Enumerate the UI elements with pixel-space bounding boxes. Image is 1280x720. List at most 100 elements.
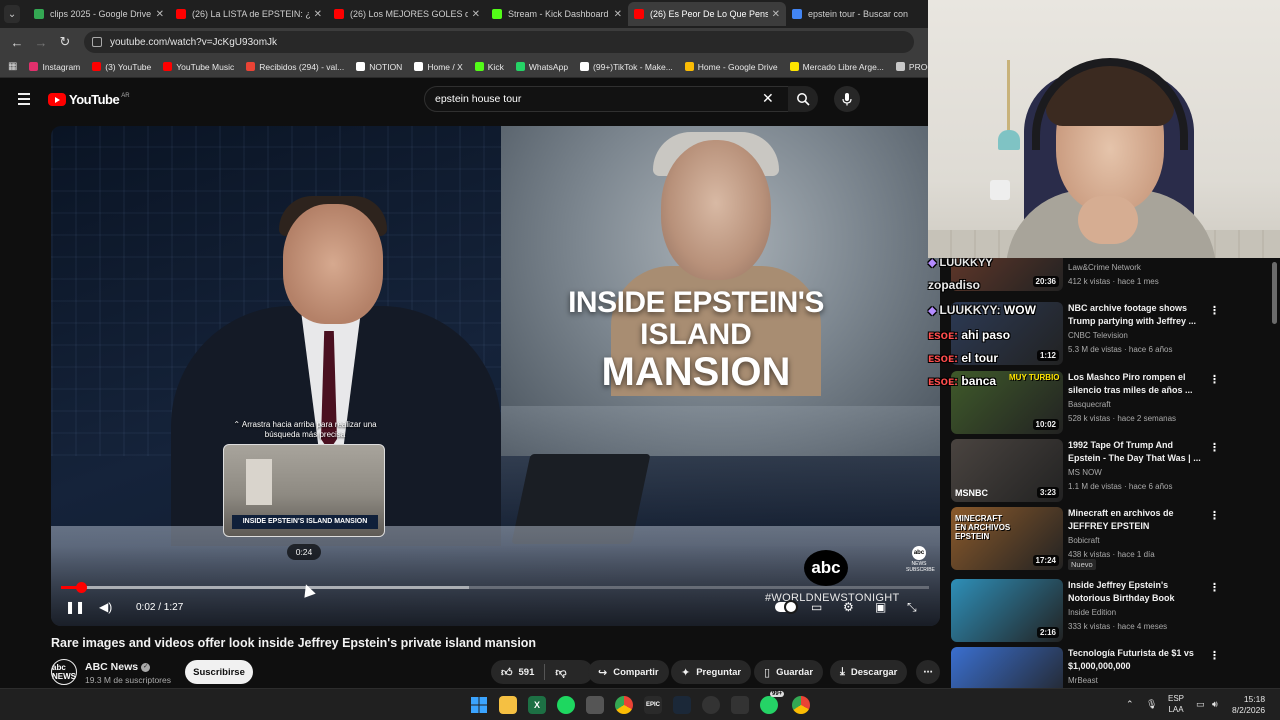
search-button[interactable] [788,86,818,112]
tab-search-chevron-icon[interactable]: ⌄ [4,5,21,23]
download-button[interactable]: ⤓ Descargar [830,660,908,684]
subtitles-icon[interactable]: ▭ [811,600,822,614]
more-actions-button[interactable]: ⋯ [916,660,940,684]
recommendation-channel[interactable]: Bobicraft [1068,536,1100,545]
recommendation-channel[interactable]: Basquecraft [1068,400,1111,409]
recommendation-thumbnail[interactable]: MINECRAFT EN ARCHIVOS EPSTEIN 17:24 [951,507,1063,570]
browser-tab-3[interactable]: Stream - Kick Dashboard ✕ [486,2,628,26]
bookmark-mercado-libre[interactable]: Mercado Libre Arge... [789,62,884,72]
theater-mode-icon[interactable]: ▣ [875,600,886,614]
bookmark-notion[interactable]: NOTION [356,62,402,72]
pause-icon[interactable]: ❚❚ [65,600,85,614]
subscribe-button[interactable]: Suscribirse [185,660,253,684]
scrubber-handle[interactable] [75,582,87,593]
close-tab-icon[interactable]: ✕ [314,9,322,20]
browser-tab-1[interactable]: (26) La LISTA de EPSTEIN: ¿Quié ✕ [170,2,328,26]
recommendation-item[interactable]: 2:16 Inside Jeffrey Epstein's Notorious … [951,579,1271,643]
more-vertical-icon[interactable]: ⋮ [1209,509,1220,522]
more-vertical-icon[interactable]: ⋮ [1209,304,1220,317]
fullscreen-icon[interactable]: ⤡ [907,600,917,615]
windows-start-icon[interactable] [470,696,488,714]
close-tab-icon[interactable]: ✕ [156,9,164,20]
input-language[interactable]: ESP LAA [1168,694,1184,716]
more-vertical-icon[interactable]: ⋮ [1209,441,1220,454]
save-button[interactable]: ▯ Guardar [754,660,824,684]
bookmark-gmail[interactable]: Recibidos (294) - val... [246,62,344,72]
share-button[interactable]: ↪ Compartir [588,660,669,684]
file-explorer-icon[interactable] [499,696,517,714]
whatsapp-icon[interactable]: 99+ [760,691,785,714]
dislike-icon[interactable]: 👎︎ [555,666,566,679]
capcut-icon[interactable] [731,696,749,714]
bookmark-tiktok[interactable]: (99+)TikTok - Make... [580,62,673,72]
recommendation-title[interactable]: Tecnología Futurista de $1 vs $1,000,000… [1068,647,1208,673]
close-tab-icon[interactable]: ✕ [472,9,480,20]
clock[interactable]: 15:18 8/2/2026 [1232,694,1265,717]
autoplay-toggle[interactable] [775,600,798,614]
bookmark-whatsapp[interactable]: WhatsApp [515,62,568,72]
spotify-icon[interactable] [557,696,575,714]
apps-grid-icon[interactable]: ▦ [8,61,17,72]
browser-tab-0[interactable]: clips 2025 - Google Drive ✕ [28,2,170,26]
recommendation-channel[interactable]: MrBeast [1068,676,1098,685]
youtube-logo[interactable]: YouTube AR [48,92,130,107]
recommendation-channel[interactable]: Law&Crime Network [1068,263,1141,272]
recommendation-title[interactable]: 1992 Tape Of Trump And Epstein - The Day… [1068,439,1208,465]
recommendation-title[interactable]: Los Mashco Piro rompen el silencio tras … [1068,371,1208,397]
news-subscribe-watermark[interactable]: abc NEWS SUBSCRIBE [906,546,935,573]
site-info-icon[interactable] [92,37,102,47]
clear-search-icon[interactable]: ✕ [762,90,774,107]
like-icon[interactable]: 👍︎ [501,666,513,679]
back-icon[interactable]: ← [8,35,26,50]
channel-avatar[interactable]: abc NEWS [51,659,77,685]
bookmark-instagram[interactable]: Instagram [29,62,80,72]
recommendation-item[interactable]: MINECRAFT EN ARCHIVOS EPSTEIN 17:24 Minec… [951,507,1271,571]
url-field[interactable]: youtube.com/watch?v=JcKgU93omJk [84,31,914,53]
recommendation-thumbnail[interactable] [951,647,1063,688]
recommendation-title[interactable]: NBC archive footage shows Trump partying… [1068,302,1208,328]
speaker-icon[interactable]: 🔊︎ [1212,699,1218,710]
channel-name[interactable]: ABC News ✓ [85,661,151,673]
sidebar-scrollbar[interactable] [1272,262,1277,324]
close-tab-icon[interactable]: ✕ [772,9,780,20]
obs-icon[interactable] [702,696,720,714]
video-player[interactable]: INSIDE EPSTEIN'S ISLAND MANSION abc abc … [51,126,940,626]
steam-icon[interactable] [673,696,691,714]
more-vertical-icon[interactable]: ⋮ [1209,373,1220,386]
search-input[interactable]: epstein house tour [424,86,790,112]
reload-icon[interactable]: ↻ [56,34,74,50]
settings-gear-icon[interactable]: ⚙ [843,600,854,614]
recommendation-item[interactable]: MSNBC 3:23 1992 Tape Of Trump And Epstein… [951,439,1271,503]
forward-icon[interactable]: → [32,35,50,50]
recommendation-thumbnail[interactable]: 2:16 [951,579,1063,642]
tray-chevron-icon[interactable]: ⌃ [1126,699,1134,710]
recommendation-item[interactable]: Tecnología Futurista de $1 vs $1,000,000… [951,647,1271,688]
epic-games-icon[interactable]: EPIC [644,696,662,714]
like-count[interactable]: 591 [519,667,535,678]
progress-bar[interactable] [61,582,929,593]
browser-tab-2[interactable]: (26) Los MEJORES GOLES de la ✕ [328,2,486,26]
more-vertical-icon[interactable]: ⋮ [1209,649,1220,662]
display-icon[interactable]: ▭ [1196,699,1205,710]
more-vertical-icon[interactable]: ⋮ [1209,581,1220,594]
bookmark-youtube-music[interactable]: YouTube Music [163,62,234,72]
browser-tab-4[interactable]: (26) Es Peor De Lo Que Pensam ✕ [628,2,786,26]
bookmark-x[interactable]: Home / X [414,62,463,72]
chrome-active-icon[interactable] [792,696,810,714]
recommendation-thumbnail[interactable]: MSNBC 3:23 [951,439,1063,502]
recommendation-title[interactable]: Minecraft en archivos de JEFFREY EPSTEIN [1068,507,1208,533]
ask-button[interactable]: ✦ Preguntar [671,660,752,684]
recommendation-channel[interactable]: Inside Edition [1068,608,1116,617]
browser-tab-5[interactable]: epstein tour - Buscar con [786,2,928,26]
close-tab-icon[interactable]: ✕ [614,9,622,20]
recommendation-title[interactable]: Inside Jeffrey Epstein's Notorious Birth… [1068,579,1208,605]
recommendation-channel[interactable]: CNBC Television [1068,331,1128,340]
bookmark-google-drive[interactable]: Home - Google Drive [684,62,778,72]
recommendation-channel[interactable]: MS NOW [1068,468,1102,477]
excel-icon[interactable]: X [528,696,546,714]
store-icon[interactable] [586,696,604,714]
menu-icon[interactable] [18,93,30,108]
chrome-icon[interactable] [615,696,633,714]
voice-search-button[interactable] [834,86,860,112]
volume-icon[interactable]: ◀) [99,600,112,614]
